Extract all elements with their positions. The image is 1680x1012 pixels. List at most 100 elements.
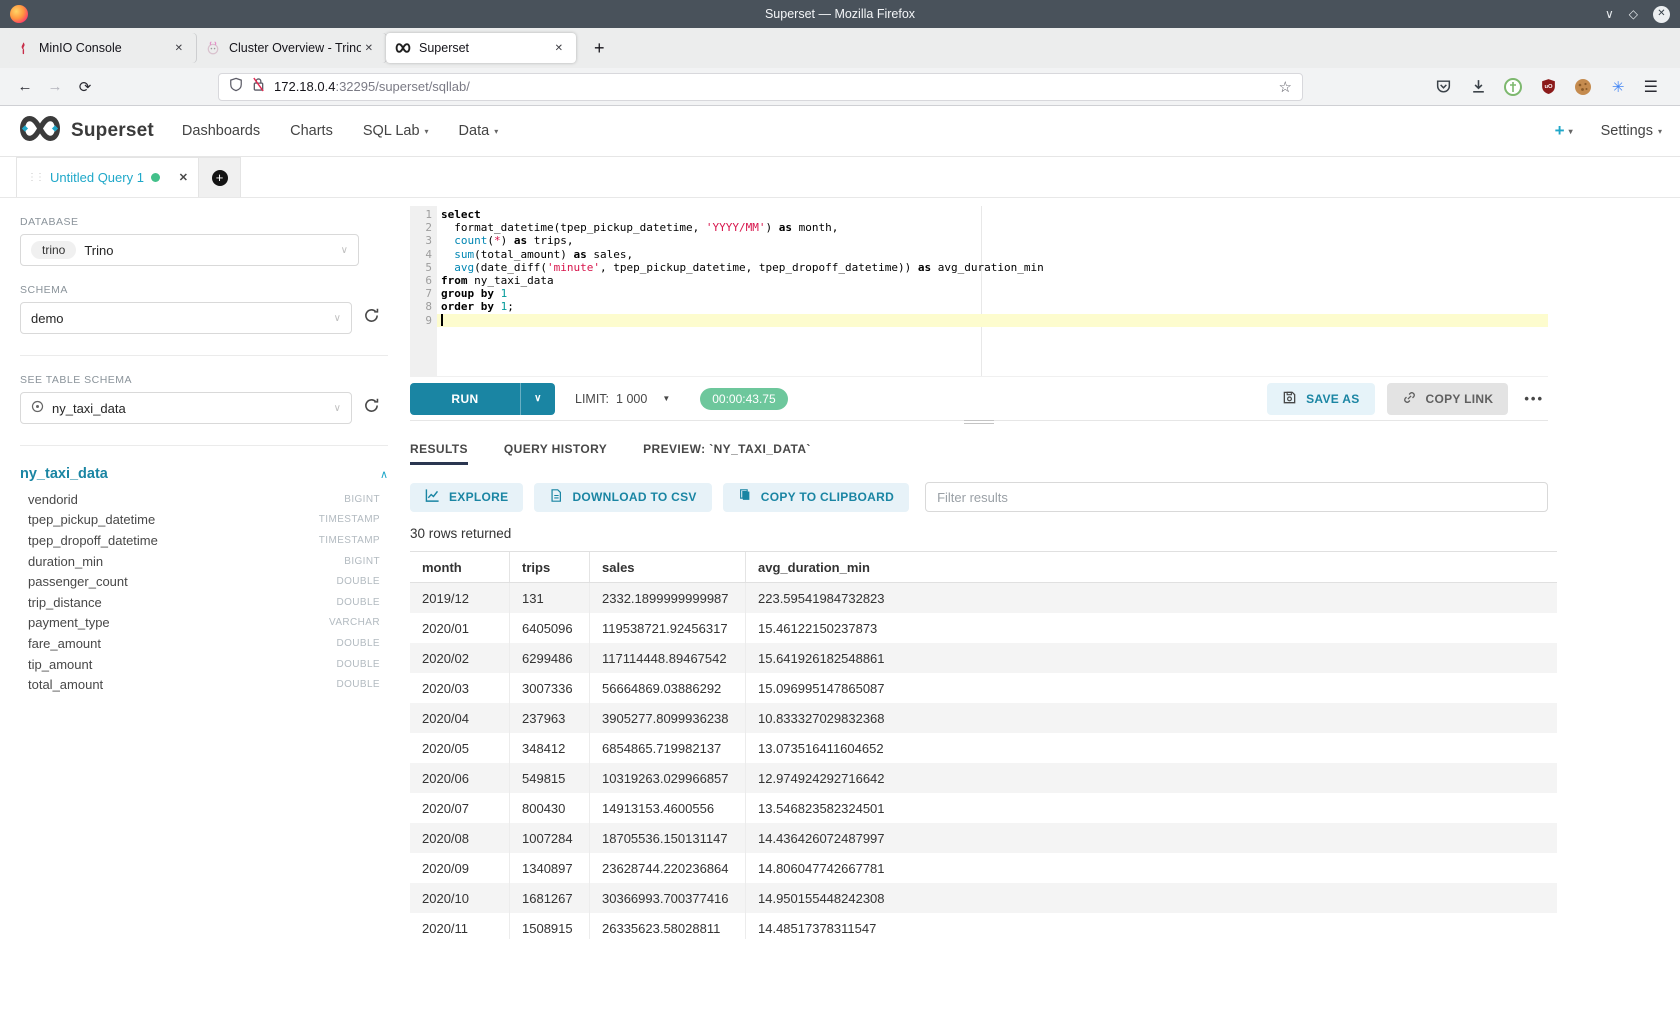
browser-tab-superset[interactable]: Superset✕ [386, 33, 576, 63]
tab-preview-ny-taxi-data[interactable]: PREVIEW: `NY_TAXI_DATA` [643, 442, 811, 465]
window-minimize-icon[interactable]: ∨ [1605, 6, 1614, 22]
extension-green-icon[interactable] [1504, 77, 1523, 96]
back-button[interactable]: ← [10, 78, 40, 95]
button-copy-to-clipboard[interactable]: COPY TO CLIPBOARD [723, 483, 909, 512]
sparkle-extension-icon[interactable]: ✳ [1609, 77, 1628, 96]
insecure-lock-icon[interactable] [252, 77, 265, 97]
table-cell: 549815 [510, 763, 590, 793]
menu-icon[interactable]: ☰ [1644, 77, 1658, 97]
superset-brand[interactable]: Superset [18, 115, 154, 147]
button-explore[interactable]: EXPLORE [410, 483, 523, 512]
sql-code-editor[interactable]: 123456789 select format_datetime(tpep_pi… [410, 206, 1548, 376]
database-select[interactable]: trino Trino ∨ [20, 234, 359, 266]
nav-item-data[interactable]: Data▾ [459, 123, 499, 139]
table-row: 2019/121312332.1899999999987223.59541984… [410, 583, 1557, 613]
save-as-label: SAVE AS [1306, 392, 1359, 406]
chevron-down-icon: ▾ [1569, 127, 1573, 136]
table-schema-title[interactable]: ny_taxi_data [20, 466, 108, 482]
copy-link-button[interactable]: COPY LINK [1387, 383, 1509, 415]
filter-results-input[interactable] [925, 482, 1548, 512]
nav-item-dashboards[interactable]: Dashboards [182, 123, 260, 139]
nav-item-sql-lab[interactable]: SQL Lab▾ [363, 123, 429, 139]
column-type: DOUBLE [336, 659, 380, 670]
add-new-button[interactable]: +▾ [1555, 121, 1573, 141]
settings-menu[interactable]: Settings▾ [1601, 123, 1662, 139]
tab-close-icon[interactable]: ✕ [361, 41, 377, 56]
new-query-tab-button[interactable]: + [199, 158, 240, 197]
run-options-chevron-icon[interactable]: ∨ [520, 383, 555, 415]
column-header-trips[interactable]: trips [510, 552, 590, 582]
cookie-icon[interactable] [1574, 77, 1593, 96]
column-name: tip_amount [28, 657, 92, 672]
pocket-icon[interactable] [1434, 77, 1453, 96]
limit-dropdown[interactable]: LIMIT: 1 000 ▼ [575, 392, 670, 406]
drag-handle-icon[interactable]: ⋮⋮ [27, 172, 43, 183]
refresh-schemas-icon[interactable] [363, 307, 380, 329]
more-options-button[interactable]: ••• [1520, 391, 1548, 406]
table-cell: 18705536.150131147 [590, 823, 746, 853]
table-cell: 1508915 [510, 913, 590, 939]
limit-label: LIMIT: [575, 392, 609, 406]
url-bar[interactable]: 172.18.0.4:32295/superset/sqllab/ ☆ [218, 73, 1303, 101]
column-row-passenger-count: passenger_countDOUBLE [28, 571, 380, 592]
browser-tab-minio-console[interactable]: MinIO Console✕ [6, 33, 196, 63]
column-header-avg-duration-min[interactable]: avg_duration_min [746, 552, 1557, 582]
table-cell: 14.950155448242308 [746, 883, 1557, 913]
superset-logo-icon [18, 115, 62, 147]
table-cell: 23628744.220236864 [590, 853, 746, 883]
clipboard-icon [738, 488, 752, 506]
table-cell: 348412 [510, 733, 590, 763]
forward-button[interactable]: → [40, 78, 70, 95]
chevron-down-icon: ▼ [662, 394, 670, 403]
table-select[interactable]: ny_taxi_data ∨ [20, 392, 352, 424]
tab-close-icon[interactable]: ✕ [551, 41, 567, 56]
table-cell: 2020/08 [410, 823, 510, 853]
chevron-down-icon: ▾ [494, 127, 498, 136]
new-tab-button[interactable]: + [586, 38, 613, 59]
tab-results[interactable]: RESULTS [410, 442, 468, 465]
column-type: BIGINT [344, 556, 380, 567]
column-name: passenger_count [28, 574, 128, 589]
collapse-table-icon[interactable]: ∧ [380, 468, 388, 481]
browser-tab-cluster-overview-trino[interactable]: Cluster Overview - Trino✕ [196, 33, 386, 63]
nav-item-charts[interactable]: Charts [290, 123, 333, 139]
schema-select-value: demo [31, 311, 64, 326]
browser-tab-bar: MinIO Console✕Cluster Overview - Trino✕S… [0, 28, 1680, 68]
query-tab-untitled-query-1[interactable]: ⋮⋮ Untitled Query 1 ✕ [17, 158, 199, 197]
column-row-fare-amount: fare_amountDOUBLE [28, 633, 380, 654]
table-cell: 2020/06 [410, 763, 510, 793]
column-row-trip-distance: trip_distanceDOUBLE [28, 592, 380, 613]
table-cell: 15.096995147865087 [746, 673, 1557, 703]
downloads-icon[interactable] [1469, 77, 1488, 96]
column-name: duration_min [28, 554, 103, 569]
run-button-label[interactable]: RUN [410, 383, 520, 415]
browser-toolbar: ← → ⟳ 172.18.0.4:32295/superset/sqllab/ … [0, 68, 1680, 106]
column-header-sales[interactable]: sales [590, 552, 746, 582]
column-type: DOUBLE [336, 597, 380, 608]
divider [20, 445, 388, 446]
pane-splitter[interactable] [410, 420, 1548, 430]
column-header-month[interactable]: month [410, 552, 510, 582]
tab-query-history[interactable]: QUERY HISTORY [504, 442, 607, 465]
splitter-grip-icon[interactable] [964, 416, 994, 428]
table-row: 2020/026299486117114448.8946754215.64192… [410, 643, 1557, 673]
bookmark-star-icon[interactable]: ☆ [1279, 78, 1292, 96]
table-cell: 14.806047742667781 [746, 853, 1557, 883]
table-cell: 131 [510, 583, 590, 613]
window-close-icon[interactable]: ✕ [1653, 6, 1670, 23]
ublock-shield-icon[interactable]: uO [1539, 77, 1558, 96]
table-cell: 56664869.03886292 [590, 673, 746, 703]
query-tab-close-icon[interactable]: ✕ [179, 171, 188, 184]
refresh-tables-icon[interactable] [363, 397, 380, 419]
table-schema-label: SEE TABLE SCHEMA [20, 374, 380, 386]
shield-icon[interactable] [229, 77, 243, 97]
window-maximize-icon[interactable]: ◇ [1629, 6, 1638, 22]
reload-button[interactable]: ⟳ [70, 78, 100, 96]
run-button[interactable]: RUN ∨ [410, 383, 555, 415]
code-line [437, 314, 1548, 327]
schema-select[interactable]: demo ∨ [20, 302, 352, 334]
tab-close-icon[interactable]: ✕ [171, 41, 187, 56]
button-download-to-csv[interactable]: DOWNLOAD TO CSV [534, 483, 711, 512]
column-row-tip-amount: tip_amount DOUBLE [28, 654, 380, 675]
save-as-button[interactable]: SAVE AS [1267, 383, 1374, 415]
